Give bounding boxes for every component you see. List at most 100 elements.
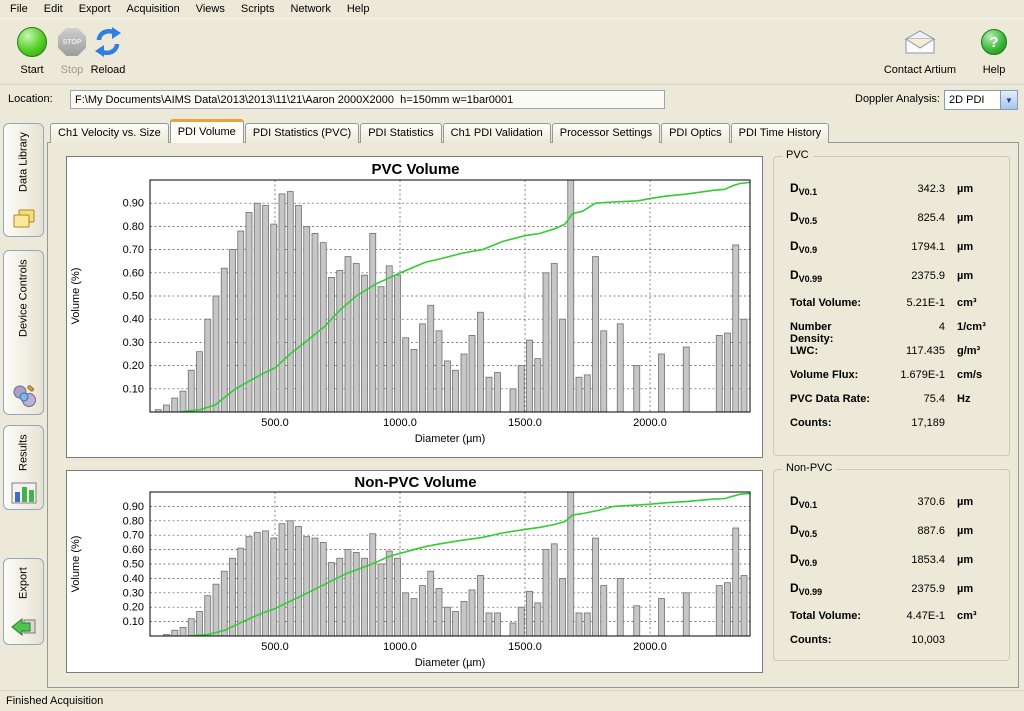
tab-pdi-time-history[interactable]: PDI Time History: [731, 123, 830, 143]
x-axis-label: Diameter (µm): [415, 433, 486, 445]
stat-label: DV0.99: [790, 581, 871, 597]
svg-text:0.20: 0.20: [123, 360, 144, 372]
menu-item-export[interactable]: Export: [71, 1, 119, 17]
svg-text:1000.0: 1000.0: [383, 417, 417, 429]
non-pvc-stats-group: Non-PVC DV0.1370.6µmDV0.5887.6µmDV0.9185…: [773, 469, 1010, 661]
stat-unit: Hz: [945, 393, 1001, 405]
svg-text:0.50: 0.50: [123, 291, 144, 303]
svg-text:0.70: 0.70: [123, 530, 144, 542]
envelope-icon: [903, 29, 937, 55]
svg-text:0.50: 0.50: [123, 559, 144, 571]
help-button[interactable]: ? Help: [974, 25, 1014, 76]
tab-page-pdi-volume: PVC Volume0.100.200.300.400.500.600.700.…: [47, 142, 1019, 688]
stat-row: Counts:17,189: [790, 417, 1001, 441]
svg-text:0.30: 0.30: [123, 587, 144, 599]
reload-button-label: Reload: [84, 64, 132, 76]
stat-label: Total Volume:: [790, 610, 871, 622]
stat-unit: cm³: [945, 297, 1001, 309]
svg-text:0.40: 0.40: [123, 573, 144, 585]
stat-value: 4.47E-1: [871, 610, 945, 622]
sidebar-item-export[interactable]: Export: [3, 558, 44, 645]
stat-value: 75.4: [871, 393, 945, 405]
menu-item-help[interactable]: Help: [339, 1, 378, 17]
location-label: Location:: [8, 93, 53, 105]
svg-text:2000.0: 2000.0: [633, 641, 667, 653]
stat-label: DV0.99: [790, 268, 871, 284]
menu-item-acquisition[interactable]: Acquisition: [119, 1, 188, 17]
tab-pdi-statistics[interactable]: PDI Statistics: [360, 123, 441, 143]
stat-label: Volume Flux:: [790, 369, 871, 381]
stat-label: DV0.1: [790, 181, 871, 197]
menu-item-views[interactable]: Views: [188, 1, 233, 17]
svg-text:0.10: 0.10: [123, 383, 144, 395]
stat-row: DV0.5887.6µm: [790, 523, 1001, 552]
tab-pdi-optics[interactable]: PDI Optics: [661, 123, 730, 143]
svg-text:1500.0: 1500.0: [508, 417, 542, 429]
sidebar-item-device-controls[interactable]: Device Controls: [3, 250, 44, 415]
pvc-group-title: PVC: [782, 149, 813, 161]
status-bar: Finished Acquisition: [0, 690, 1024, 711]
sidebar-item-label: Data Library: [4, 132, 43, 198]
stat-label: Counts:: [790, 634, 871, 646]
y-axis-label: Volume (%): [70, 536, 82, 593]
toolbar: Start STOP Stop Reload Contact Ar: [0, 19, 1024, 85]
tab-processor-settings[interactable]: Processor Settings: [552, 123, 660, 143]
tab-ch1-velocity-vs-size[interactable]: Ch1 Velocity vs. Size: [50, 123, 169, 143]
stat-row: Counts:10,003: [790, 634, 1001, 658]
menu-item-scripts[interactable]: Scripts: [233, 1, 283, 17]
doppler-analysis-label: Doppler Analysis:: [855, 93, 940, 105]
stat-value: 825.4: [871, 212, 945, 224]
help-button-label: Help: [974, 64, 1014, 76]
svg-text:0.10: 0.10: [123, 616, 144, 628]
menu-item-edit[interactable]: Edit: [36, 1, 71, 17]
svg-text:0.40: 0.40: [123, 314, 144, 326]
stat-value: 1794.1: [871, 241, 945, 253]
stat-label: Total Volume:: [790, 297, 871, 309]
sidebar-item-label: Export: [4, 567, 43, 606]
stat-value: 1.679E-1: [871, 369, 945, 381]
svg-text:500.0: 500.0: [261, 641, 289, 653]
stat-value: 342.3: [871, 183, 945, 195]
menu-item-network[interactable]: Network: [282, 1, 338, 17]
stat-unit: µm: [945, 212, 1001, 224]
stat-value: 4: [871, 321, 945, 333]
stat-label: Number Density:: [790, 321, 871, 345]
sidebar-item-label: Results: [4, 434, 43, 471]
stat-label: Counts:: [790, 417, 871, 429]
svg-text:0.30: 0.30: [123, 337, 144, 349]
pvc-volume-chart: PVC Volume0.100.200.300.400.500.600.700.…: [66, 156, 763, 458]
svg-text:0.20: 0.20: [123, 602, 144, 614]
bar-chart-icon: [4, 482, 43, 504]
doppler-analysis-select[interactable]: 2D PDI ▼: [944, 90, 1018, 110]
stat-label: DV0.5: [790, 523, 871, 539]
reload-button[interactable]: Reload: [84, 25, 132, 76]
y-axis-label: Volume (%): [70, 268, 82, 325]
stat-unit: µm: [945, 241, 1001, 253]
sidebar-item-data-library[interactable]: Data Library: [3, 123, 44, 237]
stat-unit: µm: [945, 525, 1001, 537]
sidebar-item-label: Device Controls: [4, 259, 43, 376]
stat-label: PVC Data Rate:: [790, 393, 871, 405]
stat-row: DV0.992375.9µm: [790, 581, 1001, 610]
tab-ch1-pdi-validation[interactable]: Ch1 PDI Validation: [443, 123, 551, 143]
stat-value: 5.21E-1: [871, 297, 945, 309]
tab-pdi-volume[interactable]: PDI Volume: [170, 119, 244, 143]
stat-label: DV0.9: [790, 552, 871, 568]
stat-value: 10,003: [871, 634, 945, 646]
sidebar-item-results[interactable]: Results: [3, 425, 44, 510]
contact-artium-button[interactable]: Contact Artium: [884, 25, 956, 76]
stat-row: DV0.91853.4µm: [790, 552, 1001, 581]
svg-text:0.90: 0.90: [123, 198, 144, 210]
stat-unit: µm: [945, 270, 1001, 282]
tab-pdi-statistics-pvc-[interactable]: PDI Statistics (PVC): [245, 123, 359, 143]
stat-row: DV0.992375.9µm: [790, 268, 1001, 297]
svg-text:0.90: 0.90: [123, 501, 144, 513]
stat-label: DV0.9: [790, 239, 871, 255]
location-input[interactable]: [70, 90, 665, 109]
stat-row: DV0.91794.1µm: [790, 239, 1001, 268]
stop-icon: STOP: [58, 28, 86, 56]
menu-item-file[interactable]: File: [2, 1, 36, 17]
svg-text:500.0: 500.0: [261, 417, 289, 429]
stat-unit: µm: [945, 496, 1001, 508]
stat-row: LWC:117.435g/m³: [790, 345, 1001, 369]
